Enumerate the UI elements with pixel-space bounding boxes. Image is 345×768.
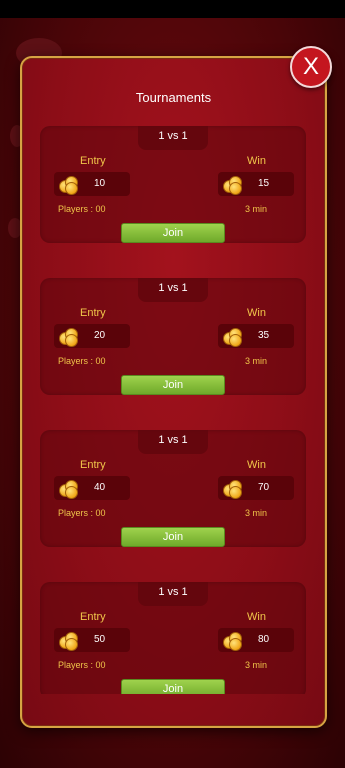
entry-fee-box: 10 xyxy=(54,172,130,196)
entry-label: Entry xyxy=(80,611,106,623)
status-bar xyxy=(0,0,345,18)
coin-stack-icon xyxy=(59,480,78,499)
win-prize-box: 15 xyxy=(218,172,294,196)
join-button[interactable]: Join xyxy=(121,223,225,243)
win-prize-box: 80 xyxy=(218,628,294,652)
coin-stack-icon xyxy=(223,480,242,499)
win-prize-value: 15 xyxy=(258,178,270,189)
entry-label: Entry xyxy=(80,459,106,471)
players-count: Players : 00 xyxy=(58,508,106,518)
win-label: Win xyxy=(247,307,266,319)
win-prize-value: 70 xyxy=(258,482,270,493)
entry-fee-value: 50 xyxy=(94,634,106,645)
entry-fee-value: 10 xyxy=(94,178,106,189)
entry-label: Entry xyxy=(80,155,106,167)
match-mode: 1 vs 1 xyxy=(138,430,208,454)
tournament-card: 1 vs 1 Entry Win 20 35 Players : 00 3 mi… xyxy=(40,278,306,395)
entry-label: Entry xyxy=(80,307,106,319)
entry-fee-value: 20 xyxy=(94,330,106,341)
win-prize-value: 35 xyxy=(258,330,270,341)
coin-stack-icon xyxy=(59,328,78,347)
join-button[interactable]: Join xyxy=(121,375,225,395)
coin-stack-icon xyxy=(59,176,78,195)
entry-fee-box: 40 xyxy=(54,476,130,500)
tournaments-modal: Tournaments 1 vs 1 Entry Win 10 15 Playe… xyxy=(20,56,327,728)
coin-stack-icon xyxy=(223,328,242,347)
entry-fee-box: 50 xyxy=(54,628,130,652)
modal-title: Tournaments xyxy=(135,90,212,105)
match-duration: 3 min xyxy=(245,204,268,214)
match-mode: 1 vs 1 xyxy=(138,278,208,302)
join-button[interactable]: Join xyxy=(121,527,225,547)
win-prize-box: 35 xyxy=(218,324,294,348)
win-prize-value: 80 xyxy=(258,634,270,645)
win-label: Win xyxy=(247,459,266,471)
coin-stack-icon xyxy=(223,176,242,195)
entry-fee-value: 40 xyxy=(94,482,106,493)
match-mode: 1 vs 1 xyxy=(138,582,208,606)
win-label: Win xyxy=(247,611,266,623)
match-duration: 3 min xyxy=(245,508,268,518)
entry-fee-box: 20 xyxy=(54,324,130,348)
coin-stack-icon xyxy=(59,632,78,651)
coin-stack-icon xyxy=(223,632,242,651)
players-count: Players : 00 xyxy=(58,660,106,670)
tournament-list[interactable]: 1 vs 1 Entry Win 10 15 Players : 00 3 mi… xyxy=(40,126,308,694)
players-count: Players : 00 xyxy=(58,356,106,366)
match-duration: 3 min xyxy=(245,356,268,366)
tournament-card: 1 vs 1 Entry Win 50 80 Players : 00 3 mi… xyxy=(40,582,306,694)
join-button[interactable]: Join xyxy=(121,679,225,694)
close-button[interactable]: X xyxy=(290,46,332,88)
match-mode: 1 vs 1 xyxy=(138,126,208,150)
tournament-card: 1 vs 1 Entry Win 10 15 Players : 00 3 mi… xyxy=(40,126,306,243)
match-duration: 3 min xyxy=(245,660,268,670)
tournament-card: 1 vs 1 Entry Win 40 70 Players : 00 3 mi… xyxy=(40,430,306,547)
win-prize-box: 70 xyxy=(218,476,294,500)
close-icon: X xyxy=(302,53,319,80)
players-count: Players : 00 xyxy=(58,204,106,214)
win-label: Win xyxy=(247,155,266,167)
